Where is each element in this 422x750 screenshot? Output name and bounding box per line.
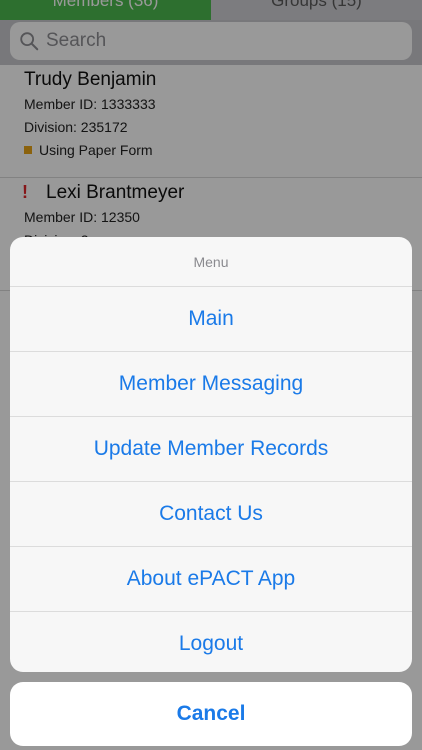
menu-item-logout[interactable]: Logout [10,612,412,672]
cancel-button[interactable]: Cancel [10,682,412,746]
menu-item-update-member-records[interactable]: Update Member Records [10,417,412,482]
menu-item-about-app[interactable]: About ePACT App [10,547,412,612]
action-sheet-title: Menu [10,237,412,287]
menu-item-main[interactable]: Main [10,287,412,352]
menu-item-member-messaging[interactable]: Member Messaging [10,352,412,417]
action-sheet: Menu Main Member Messaging Update Member… [10,237,412,672]
menu-item-contact-us[interactable]: Contact Us [10,482,412,547]
